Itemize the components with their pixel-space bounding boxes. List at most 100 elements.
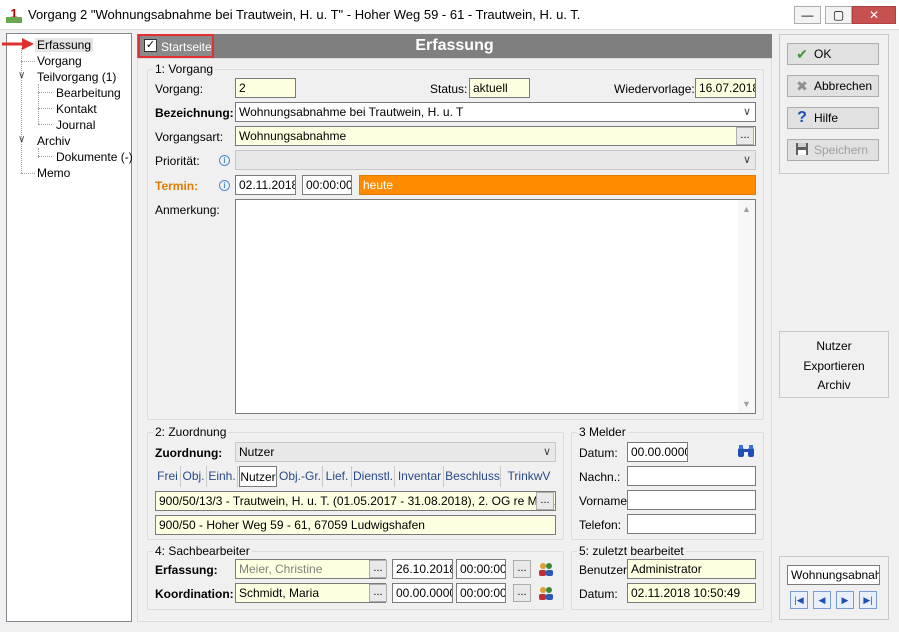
hilfe-button[interactable]: ? Hilfe (787, 107, 879, 129)
koordination-name-field[interactable]: Schmidt, Maria (235, 583, 386, 603)
tree-item-teilvorgang[interactable]: Teilvorgang (1) (37, 70, 116, 84)
tree-item-memo[interactable]: Memo (37, 166, 70, 180)
wiedervorlage-field[interactable]: 16.07.2018 (695, 78, 756, 98)
termin-date-field[interactable]: 02.11.2018 (235, 175, 296, 195)
vorgangsart-field[interactable]: Wohnungsabnahme (235, 126, 756, 146)
zuletzt-datum-field: 02.11.2018 10:50:49 (627, 583, 756, 603)
zuordnung-line1-field[interactable]: 900/50/13/3 - Trautwein, H. u. T. (01.05… (155, 491, 556, 511)
next-record-icon[interactable]: ▶ (836, 591, 854, 609)
tab-inventar[interactable]: Inventar (396, 466, 444, 487)
users-icon[interactable] (537, 560, 555, 578)
tree-item-journal[interactable]: Journal (56, 118, 95, 132)
benutzer-field: Administrator (627, 559, 756, 579)
tab-lief[interactable]: Lief. (323, 466, 352, 487)
erfassung-time-field[interactable]: 00:00:00 (456, 559, 506, 579)
vorgangsart-browse-button[interactable]: ... (736, 127, 754, 145)
tree-item-bearbeitung[interactable]: Bearbeitung (56, 86, 121, 100)
binoculars-icon[interactable] (737, 443, 755, 459)
anmerkung-scrollbar[interactable]: ▲ ▼ (738, 200, 755, 413)
tab-obj[interactable]: Obj. (181, 466, 207, 487)
prioritaet-dropdown[interactable]: ∨ (235, 150, 756, 170)
erfassung-name-field[interactable]: Meier, Christine (235, 559, 386, 579)
chevron-down-icon: ∨ (742, 154, 751, 166)
scroll-down-icon[interactable]: ▼ (738, 399, 755, 409)
navigator-field[interactable]: Wohnungsabnahn (787, 565, 880, 585)
chevron-down-icon[interactable]: ∨ (18, 70, 25, 81)
ok-button[interactable]: ✔ OK (787, 43, 879, 65)
tab-dienstl[interactable]: Dienstl. (352, 466, 395, 487)
erfassung-date-field[interactable]: 26.10.2018 (392, 559, 453, 579)
wiedervorlage-label: Wiedervorlage: (614, 82, 695, 96)
chevron-down-icon: ∨ (742, 106, 751, 118)
koordination-date-field[interactable]: 00.00.0000 (392, 583, 453, 603)
app-icon: 1 (6, 5, 22, 23)
erfassung-browse-button[interactable]: ... (369, 560, 387, 578)
vorgang-field[interactable]: 2 (235, 78, 296, 98)
archiv-link[interactable]: Archiv (780, 378, 888, 392)
first-record-icon[interactable]: |◀ (790, 591, 808, 609)
scroll-up-icon[interactable]: ▲ (738, 204, 755, 214)
speichern-button[interactable]: Speichern (787, 139, 879, 161)
ok-button-label: OK (814, 47, 832, 61)
tab-beschluss[interactable]: Beschluss (445, 466, 501, 487)
koordination-time-field[interactable]: 00:00:00 (456, 583, 506, 603)
koordination-browse-button[interactable]: ... (369, 584, 387, 602)
exportieren-link[interactable]: Exportieren (780, 359, 888, 373)
status-field[interactable]: aktuell (469, 78, 530, 98)
cancel-icon: ✖ (796, 78, 808, 94)
tab-nutzer[interactable]: Nutzer (239, 466, 277, 487)
abbrechen-button[interactable]: ✖ Abbrechen (787, 75, 879, 97)
startseite-label[interactable]: Startseite (161, 40, 212, 54)
previous-record-icon[interactable]: ◀ (813, 591, 831, 609)
termin-time-field[interactable]: 00:00:00 (302, 175, 352, 195)
termin-label: Termin: (155, 179, 199, 193)
melder-group-title: 3 Melder (577, 425, 628, 439)
window-title: Vorgang 2 "Wohnungsabnahme bei Trautwein… (28, 7, 581, 22)
vorgang-group-title: 1: Vorgang (153, 62, 216, 76)
tab-einh[interactable]: Einh. (207, 466, 238, 487)
tree-item-erfassung[interactable]: Erfassung (35, 38, 94, 52)
tree-item-dokumente[interactable]: Dokumente (-) (56, 150, 133, 164)
close-button[interactable]: ✕ (852, 6, 896, 24)
zuordnung-dropdown[interactable]: Nutzer ∨ (235, 442, 556, 462)
melder-nachname-label: Nachn.: (579, 470, 621, 484)
arrow-right-icon (2, 38, 34, 50)
melder-datum-field[interactable]: 00.00.0000 (627, 442, 688, 462)
nutzer-link[interactable]: Nutzer (780, 339, 888, 353)
tree-item-vorgang[interactable]: Vorgang (37, 54, 82, 68)
minimize-button[interactable]: — (794, 6, 821, 24)
melder-vorname-field[interactable] (627, 490, 756, 510)
tree-item-kontakt[interactable]: Kontakt (56, 102, 97, 116)
bezeichnung-label: Bezeichnung: (155, 106, 234, 120)
erfassung-more-button[interactable]: ... (513, 560, 531, 578)
info-icon[interactable]: i (219, 180, 230, 191)
erfassung-label: Erfassung: (155, 563, 218, 577)
maximize-button[interactable]: ▢ (825, 6, 852, 24)
bezeichnung-dropdown[interactable]: Wohnungsabnahme bei Trautwein, H. u. T ∨ (235, 102, 756, 122)
sachbearbeiter-group-title: 4: Sachbearbeiter (153, 544, 252, 558)
koordination-label: Koordination: (155, 587, 234, 601)
users-icon[interactable] (537, 584, 555, 602)
tree-item-archiv[interactable]: Archiv (37, 134, 70, 148)
zuordnung-browse-button[interactable]: ... (536, 492, 554, 510)
melder-telefon-field[interactable] (627, 514, 756, 534)
bezeichnung-value: Wohnungsabnahme bei Trautwein, H. u. T (239, 105, 464, 119)
chevron-down-icon[interactable]: ∨ (18, 134, 25, 145)
tab-obj-gr[interactable]: Obj.-Gr. (278, 466, 323, 487)
info-icon[interactable]: i (219, 155, 230, 166)
navigation-tree: ∨ ∨ Erfassung Vorgang Teilvorgang (1) Be… (6, 33, 133, 622)
koordination-more-button[interactable]: ... (513, 584, 531, 602)
tab-trinkwv[interactable]: TrinkwV (502, 466, 556, 487)
zuordnung-line2-field[interactable]: 900/50 - Hoher Weg 59 - 61, 67059 Ludwig… (155, 515, 556, 535)
zuordnung-group-title: 2: Zuordnung (153, 425, 229, 439)
last-record-icon[interactable]: ▶| (859, 591, 877, 609)
anmerkung-textarea[interactable]: ▲ ▼ (235, 199, 756, 414)
zuordnung-label: Zuordnung: (155, 446, 223, 460)
anmerkung-label: Anmerkung: (155, 203, 220, 217)
melder-nachname-field[interactable] (627, 466, 756, 486)
termin-status-field: heute (359, 175, 756, 195)
tab-frei[interactable]: Frei (155, 466, 181, 487)
zuletzt-group-title: 5: zuletzt bearbeitet (577, 544, 686, 558)
startseite-checkbox[interactable]: ✓ (144, 39, 157, 52)
abbrechen-button-label: Abbrechen (814, 79, 873, 93)
